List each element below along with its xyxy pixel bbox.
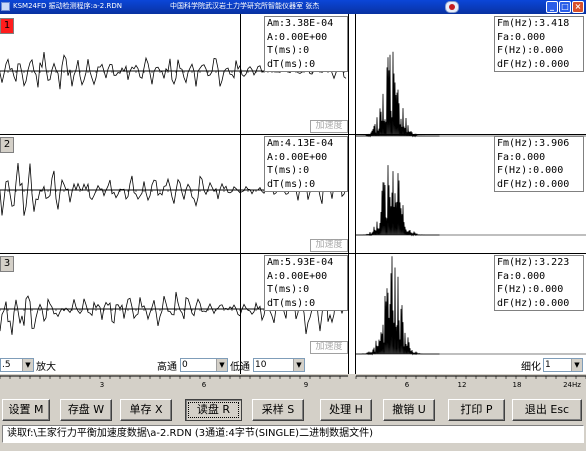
time-freq-separator-2: [355, 14, 356, 374]
spectrum-3: [356, 256, 440, 356]
spectrum-2: [356, 165, 440, 237]
save-button[interactable]: 存盘 W: [60, 399, 112, 421]
amplitude-cursor: A:0.00E+00: [267, 270, 328, 282]
freq-tick-label: 18: [513, 381, 522, 389]
channel-number-3[interactable]: 3: [0, 256, 14, 272]
lowpass-select[interactable]: 10 ▼: [253, 358, 305, 372]
freq-amplitude: Fa:0.000: [497, 151, 546, 163]
time-tick-label: 6: [202, 381, 207, 389]
undo-button[interactable]: 撤销 U: [383, 399, 435, 421]
amplitude-max: Am:4.13E-04: [267, 138, 334, 149]
amplitude-max: Am:5.93E-04: [267, 257, 334, 268]
freq-delta: dF(Hz):0.000: [497, 58, 570, 70]
channel-number-1[interactable]: 1: [0, 18, 14, 34]
peak-frequency: Fm(Hz):3.223: [497, 257, 570, 268]
time-cursor[interactable]: [240, 14, 241, 374]
print-button[interactable]: 打印 P: [448, 399, 505, 421]
lowpass-value: 10: [255, 360, 267, 370]
amplitude-cursor: A:0.00E+00: [267, 151, 328, 163]
time-tick-label: 9: [304, 381, 308, 389]
freq-delta: dF(Hz):0.000: [497, 297, 570, 309]
quantity-label-3: 加速度: [310, 341, 348, 354]
time-cursor-value: T(ms):0: [267, 284, 310, 295]
close-button[interactable]: ×: [572, 1, 584, 13]
time-cursor-value: T(ms):0: [267, 165, 310, 176]
chevron-down-icon[interactable]: ▼: [293, 359, 304, 371]
time-stats-2: Am:4.13E-04 A:0.00E+00 T(ms):0 dT(ms):0: [264, 136, 348, 192]
button-bar: 设置 M 存盘 W 单存 X 读盘 R 采样 S 处理 H 撤销 U 打印 P …: [0, 395, 586, 423]
maximize-button[interactable]: □: [559, 1, 571, 13]
freq-delta: dF(Hz):0.000: [497, 178, 570, 190]
time-freq-separator: [348, 14, 349, 374]
channel-number-2[interactable]: 2: [0, 137, 14, 153]
window-subtitle: 中国科学院武汉岩土力学研究所智能仪器室 张杰: [170, 2, 320, 10]
process-button[interactable]: 处理 H: [320, 399, 372, 421]
peak-frequency: Fm(Hz):3.418: [497, 18, 570, 29]
chevron-down-icon[interactable]: ▼: [571, 359, 582, 371]
spectrum-1: [356, 51, 440, 138]
highpass-value: 0: [182, 360, 188, 370]
time-stats-1: Am:3.38E-04 A:0.00E+00 T(ms):0 dT(ms):0: [264, 16, 348, 72]
window-title: KSM24FD 振动检测程序:a-2.RDN: [13, 2, 122, 10]
read-disk-button[interactable]: 读盘 R: [185, 399, 242, 421]
amplitude-cursor: A:0.00E+00: [267, 31, 328, 43]
app-icon[interactable]: [1, 2, 10, 11]
freq-stats-2: Fm(Hz):3.906 Fa:0.000 F(Hz):0.000 dF(Hz)…: [494, 136, 584, 192]
quantity-label-2: 加速度: [310, 239, 348, 252]
plot-area: 1 Am:3.38E-04 A:0.00E+00 T(ms):0 dT(ms):…: [0, 14, 586, 374]
freq-cursor-value: F(Hz):0.000: [497, 45, 564, 56]
status-bar: 读取f:\王家行力平衡加速度数据\a-2.RDN (3通道:4字节(SINGLE…: [2, 425, 584, 443]
time-delta: dT(ms):0: [267, 178, 316, 190]
axis-strip: 3 6 9 6 12 18 24Hz: [0, 375, 586, 389]
minimize-button[interactable]: _: [546, 1, 558, 13]
single-save-button[interactable]: 单存 X: [120, 399, 172, 421]
quantity-label-1: 加速度: [310, 120, 348, 133]
time-cursor-value: T(ms):0: [267, 45, 310, 56]
chevron-down-icon[interactable]: ▼: [216, 359, 227, 371]
freq-stats-1: Fm(Hz):3.418 Fa:0.000 F(Hz):0.000 dF(Hz)…: [494, 16, 584, 72]
freq-stats-3: Fm(Hz):3.223 Fa:0.000 F(Hz):0.000 dF(Hz)…: [494, 255, 584, 311]
freq-tick-label: 24Hz: [563, 381, 581, 389]
highpass-select[interactable]: 0 ▼: [180, 358, 228, 372]
chevron-down-icon[interactable]: ▼: [22, 359, 33, 371]
gain-label: 放大: [36, 362, 56, 373]
freq-cursor-value: F(Hz):0.000: [497, 165, 564, 176]
freq-tick-label: 12: [458, 381, 467, 389]
freq-amplitude: Fa:0.000: [497, 270, 546, 282]
lowpass-label: 低通: [230, 362, 250, 373]
time-tick-label: 3: [100, 381, 104, 389]
amplitude-max: Am:3.38E-04: [267, 18, 334, 29]
refine-select[interactable]: 1 ▼: [543, 358, 583, 372]
institute-logo-icon: [445, 1, 459, 13]
channel-divider-1: [0, 134, 586, 135]
refine-label: 细化: [521, 362, 541, 373]
gain-value: .5: [2, 360, 11, 370]
time-stats-3: Am:5.93E-04 A:0.00E+00 T(ms):0 dT(ms):0: [264, 255, 348, 311]
time-delta: dT(ms):0: [267, 58, 316, 70]
time-delta: dT(ms):0: [267, 297, 316, 309]
exit-button[interactable]: 退出 Esc: [512, 399, 582, 421]
channel-divider-2: [0, 253, 586, 254]
peak-frequency: Fm(Hz):3.906: [497, 138, 570, 149]
gain-select[interactable]: .5 ▼: [0, 358, 34, 372]
refine-value: 1: [545, 360, 551, 370]
title-bar: KSM24FD 振动检测程序:a-2.RDN 中国科学院武汉岩土力学研究所智能仪…: [0, 0, 586, 14]
freq-tick-label: 6: [405, 381, 410, 389]
settings-button[interactable]: 设置 M: [2, 399, 50, 421]
freq-amplitude: Fa:0.000: [497, 31, 546, 43]
sample-button[interactable]: 采样 S: [252, 399, 304, 421]
highpass-label: 高通: [157, 362, 177, 373]
freq-cursor-value: F(Hz):0.000: [497, 284, 564, 295]
